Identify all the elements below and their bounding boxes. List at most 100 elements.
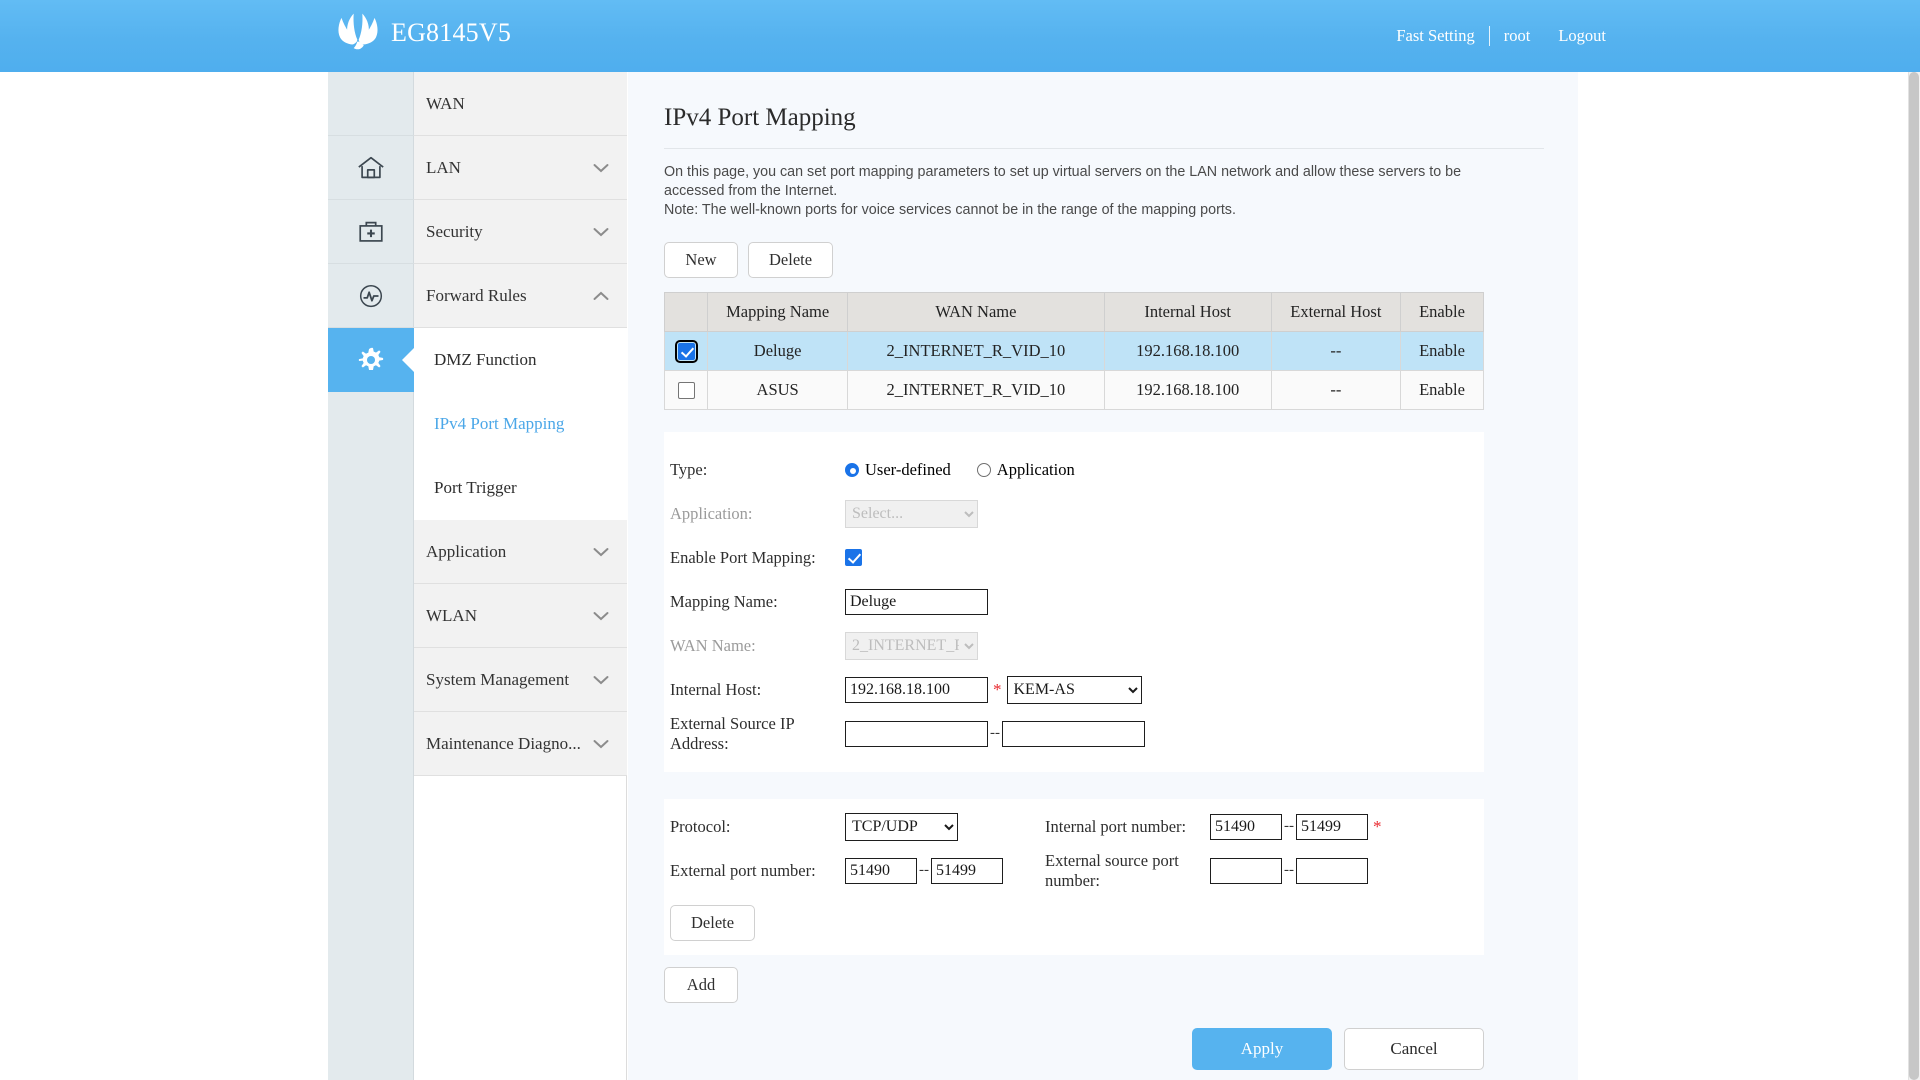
internal-port-label-cell: Internal port number:: [1045, 817, 1210, 837]
protocol-panel: Protocol: TCP/UDP Internal port number: …: [664, 798, 1484, 955]
range-separator: --: [990, 725, 1000, 742]
page-scrollbar-thumb[interactable]: [1909, 72, 1919, 1080]
description-line-1: On this page, you can set port mapping p…: [664, 164, 1462, 199]
mapping-detail-panel: Type: User-defined Application Applicati…: [664, 431, 1484, 772]
menu-item-forward-rules[interactable]: Forward Rules: [414, 264, 627, 328]
user-root-link[interactable]: root: [1490, 26, 1545, 46]
mapping-name-label: Mapping Name:: [670, 591, 778, 611]
internal-host-label: Internal Host:: [670, 679, 762, 699]
external-source-ip-start-input[interactable]: [845, 720, 988, 747]
menu-item-system-management[interactable]: System Management: [414, 648, 627, 712]
submenu-item-dmz-function[interactable]: DMZ Function: [414, 328, 627, 392]
cell-internal-host: 192.168.18.100: [1103, 330, 1272, 371]
column-header-external-host: External Host: [1270, 291, 1401, 332]
menu-item-wan[interactable]: WAN: [414, 72, 627, 136]
internal-port-start-input[interactable]: [1210, 813, 1282, 840]
port-mapping-table: Mapping Name WAN Name Internal Host Exte…: [663, 291, 1485, 410]
page-scrollbar[interactable]: [1908, 72, 1920, 1080]
menu-item-application[interactable]: Application: [414, 520, 627, 584]
row-checkbox[interactable]: [674, 340, 698, 364]
protocol-control-cell: TCP/UDP: [845, 812, 1045, 841]
apply-button[interactable]: Apply: [1192, 1027, 1332, 1070]
logout-link[interactable]: Logout: [1544, 26, 1620, 46]
delete-button[interactable]: Delete: [748, 241, 834, 278]
table-row[interactable]: ASUS 2_INTERNET_R_VID_10 192.168.18.100 …: [663, 369, 1485, 410]
external-port-start-input[interactable]: [845, 857, 917, 884]
app-header: EG8145V5 Fast Setting root Logout: [0, 0, 1920, 72]
protocol-select[interactable]: TCP/UDP: [845, 812, 958, 841]
cell-enable: Enable: [1399, 369, 1485, 410]
radio-user-defined-dot[interactable]: [845, 462, 859, 477]
column-header-mapping-name: Mapping Name: [707, 291, 849, 332]
external-source-port-control-cell: --: [1210, 857, 1484, 884]
page-title: IPv4 Port Mapping: [664, 104, 856, 131]
table-row[interactable]: Deluge 2_INTERNET_R_VID_10 192.168.18.10…: [663, 330, 1485, 371]
column-header-select: [663, 291, 709, 332]
add-button-wrap: Add: [664, 966, 1544, 1003]
cell-external-host: --: [1270, 330, 1401, 371]
submenu-item-label: DMZ Function: [434, 350, 537, 369]
radio-application[interactable]: Application: [976, 460, 1075, 480]
radio-user-defined[interactable]: User-defined: [845, 460, 951, 480]
external-port-label-cell: External port number:: [670, 861, 845, 881]
mapping-name-input[interactable]: [845, 588, 988, 615]
chevron-down-icon: [593, 739, 609, 748]
internal-host-input[interactable]: [845, 676, 988, 703]
first-aid-kit-icon: [359, 221, 383, 242]
home-icon: [358, 156, 384, 178]
application-select[interactable]: Select...: [845, 499, 978, 528]
cell-external-host: --: [1270, 369, 1401, 410]
external-source-port-start-input[interactable]: [1210, 857, 1282, 884]
submenu-item-label: IPv4 Port Mapping: [434, 414, 565, 433]
menu-item-lan[interactable]: LAN: [414, 136, 627, 200]
brand: EG8145V5: [335, 12, 511, 54]
rail-home[interactable]: [328, 136, 414, 200]
external-port-label: External port number:: [670, 860, 816, 880]
column-header-internal-host: Internal Host: [1103, 291, 1272, 332]
new-button[interactable]: New: [664, 241, 738, 278]
icon-rail: [328, 72, 414, 1080]
row-select-cell[interactable]: [663, 369, 709, 410]
fast-setting-link[interactable]: Fast Setting: [1382, 26, 1488, 46]
chevron-down-icon: [593, 547, 609, 556]
row-select-cell[interactable]: [663, 330, 709, 371]
wan-name-label: WAN Name:: [670, 635, 756, 655]
menu-item-label: WLAN: [426, 605, 477, 625]
submenu-item-port-trigger[interactable]: Port Trigger: [414, 456, 627, 520]
row-wan-name: WAN Name: 2_INTERNET_R_V: [664, 624, 1484, 668]
row-checkbox[interactable]: [677, 382, 695, 400]
radio-application-dot[interactable]: [976, 462, 991, 477]
menu-item-wlan[interactable]: WLAN: [414, 584, 627, 648]
enable-port-mapping-checkbox[interactable]: [845, 549, 862, 567]
internal-host-device-select[interactable]: KEM-AS: [1006, 675, 1142, 704]
menu-item-label: WAN: [426, 93, 465, 113]
menu-item-label: Security: [426, 221, 483, 241]
internal-port-end-input[interactable]: [1296, 813, 1368, 840]
menu-item-label: LAN: [426, 157, 461, 177]
external-port-end-input[interactable]: [931, 857, 1003, 884]
column-header-wan-name: WAN Name: [847, 291, 1105, 332]
table-header-row: Mapping Name WAN Name Internal Host Exte…: [663, 291, 1485, 332]
chevron-down-icon: [593, 163, 609, 172]
external-source-port-end-input[interactable]: [1296, 857, 1368, 884]
content-pane: IPv4 Port Mapping On this page, you can …: [628, 72, 1578, 1080]
cancel-button[interactable]: Cancel: [1344, 1027, 1484, 1070]
external-source-ip-end-input[interactable]: [1002, 720, 1145, 747]
menu-item-label: Application: [426, 541, 507, 561]
rail-settings[interactable]: [328, 328, 414, 392]
protocol-delete-button[interactable]: Delete: [670, 904, 756, 941]
submenu-item-ipv4-port-mapping[interactable]: IPv4 Port Mapping: [414, 392, 627, 456]
row-application: Application: Select...: [664, 492, 1484, 536]
rail-status[interactable]: [328, 264, 414, 328]
header-links: Fast Setting root Logout: [1382, 0, 1620, 72]
rail-diagnostics[interactable]: [328, 200, 414, 264]
add-button[interactable]: Add: [664, 966, 738, 1003]
menu-item-security[interactable]: Security: [414, 200, 627, 264]
chevron-down-icon: [593, 611, 609, 620]
row-enable-port-mapping: Enable Port Mapping:: [664, 536, 1484, 580]
row-type: Type: User-defined Application: [664, 448, 1484, 492]
cell-wan-name: 2_INTERNET_R_VID_10: [847, 369, 1105, 410]
external-source-ip-label: External Source IP Address:: [670, 713, 795, 753]
wan-name-select[interactable]: 2_INTERNET_R_V: [845, 631, 978, 660]
menu-item-maintenance-diagnosis[interactable]: Maintenance Diagno...: [414, 712, 627, 776]
